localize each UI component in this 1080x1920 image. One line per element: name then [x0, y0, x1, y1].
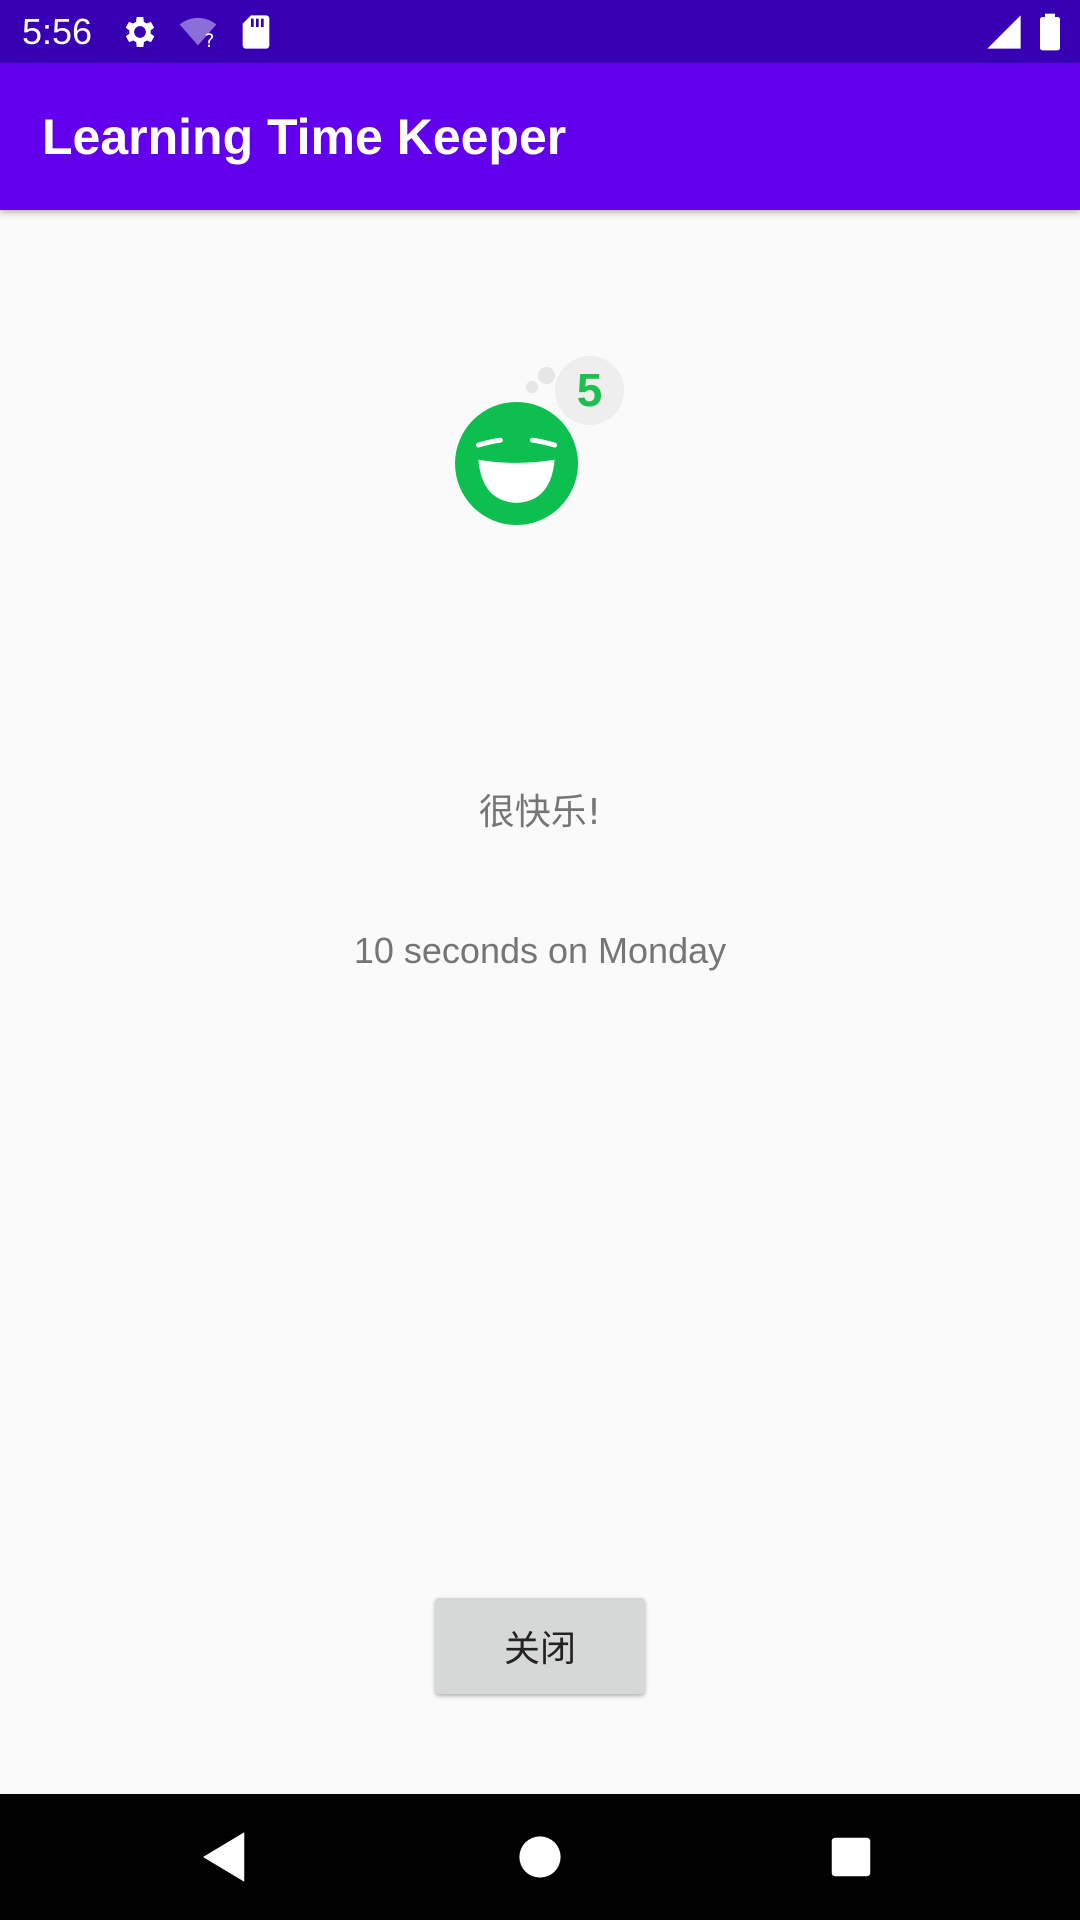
status-bar: 5:56 ?: [0, 0, 1080, 63]
close-button[interactable]: 关闭: [435, 1598, 645, 1694]
battery-icon: [1040, 13, 1060, 51]
app-title: Learning Time Keeper: [42, 109, 567, 165]
app-bar: Learning Time Keeper: [0, 63, 1080, 210]
recents-icon[interactable]: [818, 1824, 884, 1890]
back-icon[interactable]: [192, 1824, 258, 1890]
laughing-face-icon: [455, 402, 578, 525]
status-time: 5:56: [22, 11, 93, 52]
settings-icon: [125, 17, 155, 47]
thought-bubble-small: [526, 381, 538, 393]
wifi-unknown-icon: ?: [179, 17, 217, 52]
cell-signal-icon: [987, 15, 1021, 49]
thought-bubble-medium: [538, 367, 555, 384]
duration-text: 10 seconds on Monday: [353, 930, 727, 971]
sd-card-icon: [242, 15, 270, 49]
home-icon[interactable]: [507, 1824, 573, 1890]
mood-label: 很快乐!: [478, 792, 602, 833]
navigation-bar: [0, 1794, 1080, 1920]
svg-text:?: ?: [205, 31, 215, 52]
